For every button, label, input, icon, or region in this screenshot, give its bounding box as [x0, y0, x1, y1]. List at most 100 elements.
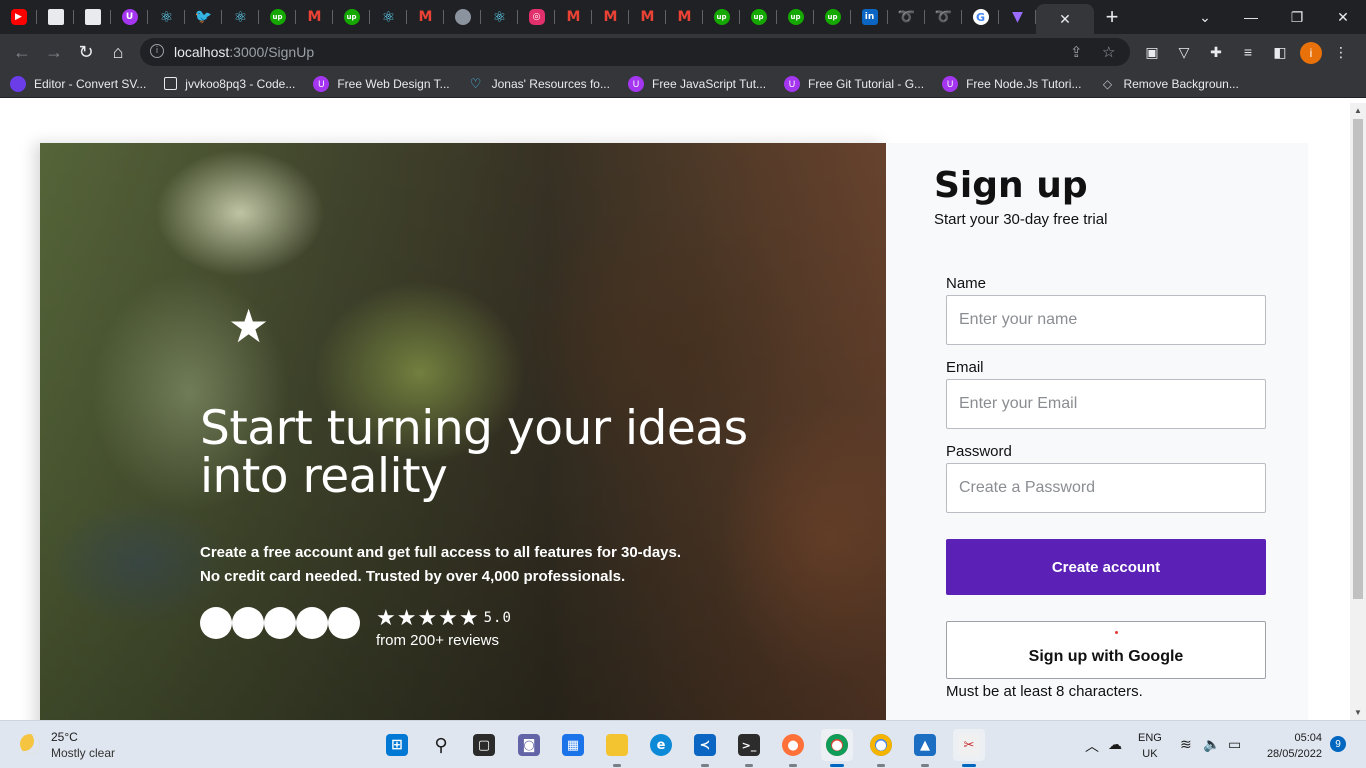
chrome-button[interactable]: ● — [821, 729, 853, 767]
browser-tab[interactable]: M — [407, 0, 444, 34]
bookmark-item[interactable]: U Free Web Design T... — [313, 75, 450, 92]
browser-tab[interactable]: M — [296, 0, 333, 34]
browser-tab[interactable]: ➰ — [888, 0, 925, 34]
task-view-button[interactable]: ▢ — [468, 729, 500, 761]
battery-icon[interactable]: ▭ — [1228, 736, 1241, 753]
new-tab-icon[interactable]: + — [1094, 4, 1130, 30]
vite-icon: ▼ — [1012, 9, 1023, 25]
maximize-icon[interactable]: ❐ — [1274, 0, 1320, 34]
teams-chat-button[interactable]: ◙ — [513, 729, 545, 761]
search-button[interactable]: ⚲ — [425, 729, 457, 761]
bookmark-item[interactable]: jvvkoo8pq3 - Code... — [164, 77, 295, 91]
name-label: Name — [946, 275, 987, 292]
browser-tab[interactable]: M — [592, 0, 629, 34]
browser-tab[interactable] — [37, 0, 74, 34]
bookmarks-bar: Editor - Convert SV... jvvkoo8pq3 - Code.… — [0, 70, 1366, 98]
browser-tab[interactable]: G — [962, 0, 999, 34]
wifi-icon[interactable]: ≋ — [1180, 736, 1192, 753]
minimize-icon[interactable]: — — [1228, 0, 1274, 34]
side-panel-icon[interactable]: ◧ — [1271, 43, 1289, 61]
reload-icon[interactable]: ↻ — [74, 40, 98, 64]
browser-tab[interactable]: up — [777, 0, 814, 34]
site-info-icon[interactable]: i — [150, 44, 164, 58]
browser-tab[interactable]: up — [703, 0, 740, 34]
weather-condition[interactable]: Mostly clear — [51, 746, 115, 760]
browser-tab[interactable]: in — [851, 0, 888, 34]
share-icon[interactable]: ⇪ — [1070, 43, 1083, 61]
forward-icon[interactable]: → — [42, 40, 66, 64]
close-tab-icon[interactable]: ✕ — [1059, 11, 1071, 28]
browser-tab[interactable]: ⚛ — [481, 0, 518, 34]
system-clock[interactable]: 05:04 28/05/2022 — [1260, 730, 1322, 762]
browser-tab[interactable]: up — [814, 0, 851, 34]
browser-tab[interactable]: ⚛ — [370, 0, 407, 34]
scroll-thumb[interactable] — [1353, 119, 1363, 599]
chrome-profile-button[interactable]: ● — [865, 729, 897, 767]
browser-tab[interactable]: up — [333, 0, 370, 34]
password-input[interactable] — [946, 463, 1266, 513]
browser-tab[interactable]: M — [629, 0, 666, 34]
bookmark-item[interactable]: U Free Node.Js Tutori... — [942, 75, 1081, 92]
scroll-up-icon[interactable]: ▲ — [1354, 106, 1362, 115]
browser-tab[interactable]: ▼ — [999, 0, 1036, 34]
moon-weather-icon[interactable] — [20, 734, 40, 754]
url-text[interactable]: localhost:3000/SignUp — [174, 44, 314, 60]
browser-tab[interactable]: up — [259, 0, 296, 34]
browser-tab[interactable]: ▶ — [0, 0, 37, 34]
google-signup-button[interactable]: Sign up with Google — [946, 621, 1266, 679]
browser-tab[interactable]: ⚛ — [148, 0, 185, 34]
browser-tab[interactable]: ➰ — [925, 0, 962, 34]
onedrive-cloud-icon[interactable]: ☁ — [1108, 736, 1122, 753]
file-explorer-button[interactable] — [601, 729, 633, 767]
bookmark-item[interactable]: ◇ Remove Backgroun... — [1099, 76, 1239, 92]
extensions-puzzle-icon[interactable]: ✚ — [1207, 43, 1225, 61]
browser-tab[interactable]: M — [555, 0, 592, 34]
address-bar[interactable]: i localhost:3000/SignUp ⇪ ☆ — [140, 38, 1130, 66]
codesandbox-bookmark-icon — [164, 77, 178, 90]
bookmark-item[interactable]: U Free JavaScript Tut... — [627, 75, 766, 92]
bookmark-item[interactable]: ♡ Jonas' Resources fo... — [468, 76, 610, 92]
bookmark-label: Remove Backgroun... — [1123, 76, 1239, 91]
browser-tab[interactable]: M — [666, 0, 703, 34]
terminal-button[interactable]: >_ — [733, 729, 765, 767]
extension-icon[interactable]: ▣ — [1143, 43, 1161, 61]
browser-tab[interactable] — [74, 0, 111, 34]
start-button[interactable]: ⊞ — [381, 729, 413, 761]
email-label: Email — [946, 359, 984, 376]
media-control-icon[interactable]: ≡ — [1239, 43, 1257, 61]
bookmark-item[interactable]: U Free Git Tutorial - G... — [784, 75, 924, 92]
browser-tab[interactable]: ⚛ — [222, 0, 259, 34]
browser-tab[interactable]: 🐦 — [185, 0, 222, 34]
home-icon[interactable]: ⌂ — [106, 40, 130, 64]
password-label: Password — [946, 443, 1012, 460]
bookmark-star-icon[interactable]: ☆ — [1102, 43, 1115, 61]
firefox-button[interactable]: ● — [777, 729, 809, 767]
tab-search-icon[interactable]: ⌄ — [1182, 0, 1228, 34]
back-icon[interactable]: ← — [10, 40, 34, 64]
scroll-down-icon[interactable]: ▼ — [1354, 708, 1362, 717]
browser-tab[interactable]: ◎ — [518, 0, 555, 34]
photos-button[interactable]: ▲ — [909, 729, 941, 767]
vscode-button[interactable]: ≺ — [689, 729, 721, 767]
create-account-button[interactable]: Create account — [946, 539, 1266, 595]
browser-tab[interactable]: up — [740, 0, 777, 34]
edge-button[interactable]: e — [645, 729, 677, 761]
close-window-icon[interactable]: ✕ — [1320, 0, 1366, 34]
show-hidden-icons-icon[interactable]: ︿ — [1085, 736, 1099, 756]
weather-temperature[interactable]: 25°C — [51, 730, 78, 744]
language-indicator[interactable]: ENG UK — [1138, 730, 1162, 762]
snipping-tool-button[interactable]: ✂ — [953, 729, 985, 767]
browser-tab[interactable] — [444, 0, 481, 34]
email-input[interactable] — [946, 379, 1266, 429]
bookmark-item[interactable]: Editor - Convert SV... — [10, 75, 146, 92]
store-button[interactable]: ▦ — [557, 729, 589, 761]
menu-kebab-icon[interactable]: ⋮ — [1332, 43, 1350, 61]
name-input[interactable] — [946, 295, 1266, 345]
notification-badge[interactable]: 9 — [1330, 736, 1346, 752]
profile-avatar[interactable]: i — [1300, 42, 1322, 64]
active-browser-tab[interactable]: ✕ — [1036, 4, 1094, 34]
volume-icon[interactable]: 🔈 — [1203, 736, 1220, 753]
page-scrollbar[interactable]: ▲ ▼ — [1350, 103, 1366, 720]
browser-tab[interactable]: U — [111, 0, 148, 34]
vue-devtools-icon[interactable]: ▽ — [1175, 43, 1193, 61]
